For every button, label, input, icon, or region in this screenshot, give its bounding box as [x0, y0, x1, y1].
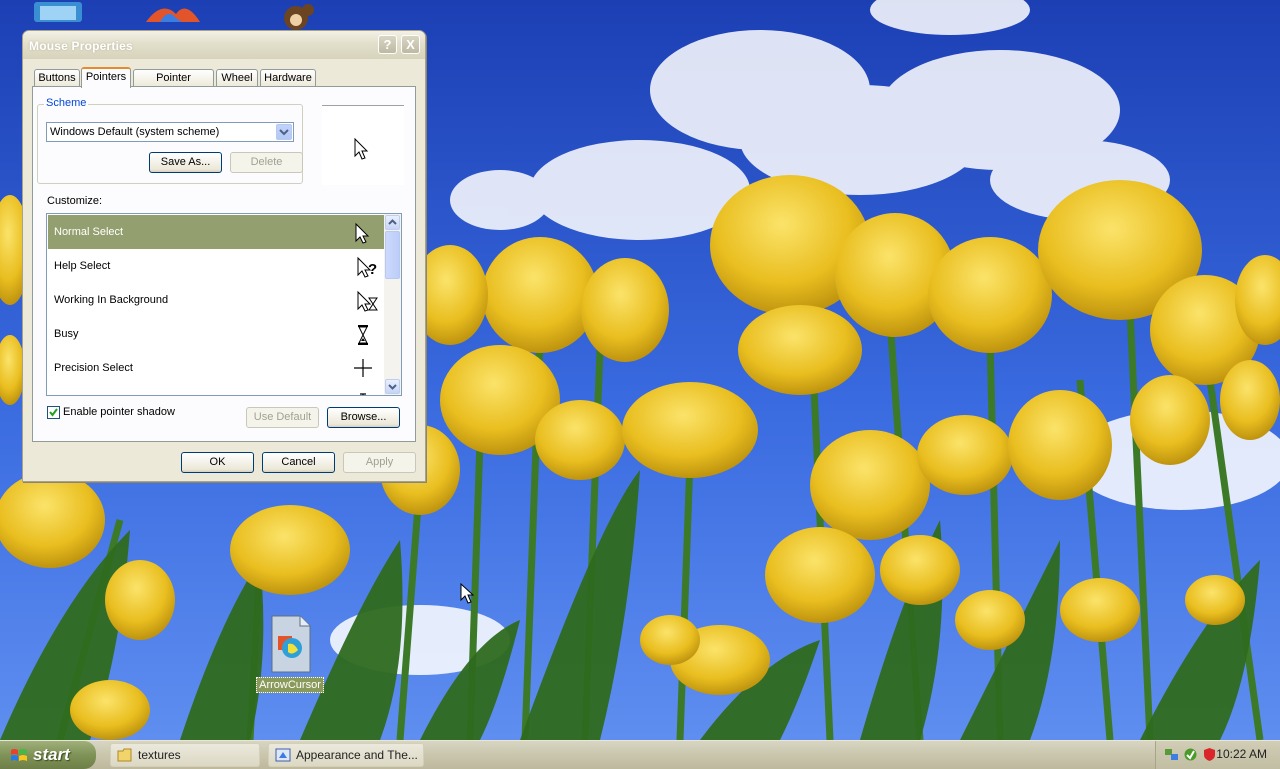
- desktop-icon-partial[interactable]: [272, 0, 322, 33]
- list-item-label: Help Select: [54, 260, 111, 272]
- desktop-icon-partial[interactable]: [30, 0, 86, 25]
- scheme-legend: Scheme: [44, 97, 89, 109]
- list-item-label: Working In Background: [54, 294, 169, 306]
- tab-wheel[interactable]: Wheel: [216, 69, 258, 87]
- apply-button[interactable]: Apply: [343, 452, 416, 473]
- shadow-label: Enable pointer shadow: [63, 406, 175, 418]
- list-item-precision-select[interactable]: Precision Select: [48, 351, 384, 385]
- taskbar: start textures Appearance and The... 10:…: [0, 740, 1280, 769]
- task-button-label: Appearance and The...: [296, 748, 418, 762]
- browse-button[interactable]: Browse...: [327, 407, 400, 428]
- list-item-label: Busy: [54, 328, 79, 340]
- arrowcursor-file-icon[interactable]: ArrowCursor: [256, 614, 324, 693]
- list-item-label: Precision Select: [54, 362, 133, 374]
- security-shield-icon[interactable]: [1202, 747, 1217, 762]
- cancel-button[interactable]: Cancel: [262, 452, 335, 473]
- help-cursor-icon: ?: [357, 256, 377, 278]
- folder-icon: [117, 748, 132, 762]
- list-item-busy[interactable]: Busy: [48, 317, 384, 351]
- title-bar[interactable]: Mouse Properties ? X: [23, 31, 425, 59]
- help-button[interactable]: ?: [378, 35, 397, 54]
- text-select-icon: [360, 393, 366, 395]
- desktop-icon-label: ArrowCursor: [256, 677, 324, 693]
- list-scrollbar[interactable]: [384, 214, 401, 395]
- desktop-icon-partial[interactable]: [142, 0, 202, 25]
- tab-hardware[interactable]: Hardware: [260, 69, 316, 87]
- tab-pointers[interactable]: Pointers: [81, 67, 131, 88]
- cursor-list[interactable]: Normal Select Help Select ? Working In B…: [46, 213, 402, 396]
- delete-button[interactable]: Delete: [230, 152, 303, 173]
- window-title: Mouse Properties: [29, 39, 133, 53]
- scheme-group: Scheme Windows Default (system scheme) S…: [37, 97, 303, 184]
- arrow-cursor-icon: [354, 137, 369, 160]
- use-default-button[interactable]: Use Default: [246, 407, 319, 428]
- task-button-label: textures: [138, 748, 181, 762]
- mouse-pointer-icon: [460, 582, 476, 610]
- checkmark-icon: [49, 408, 58, 417]
- list-item-label: Normal Select: [54, 226, 124, 238]
- working-cursor-icon: [357, 290, 378, 312]
- clock[interactable]: 10:22 AM: [1216, 747, 1267, 761]
- updates-icon[interactable]: [1183, 747, 1198, 762]
- task-button-textures[interactable]: textures: [110, 743, 260, 767]
- hourglass-icon: [358, 325, 368, 345]
- control-panel-icon: [275, 748, 291, 762]
- list-item-working-in-background[interactable]: Working In Background: [48, 283, 384, 317]
- list-item-help-select[interactable]: Help Select ?: [48, 249, 384, 283]
- scheme-dropdown[interactable]: Windows Default (system scheme): [46, 122, 294, 142]
- scroll-thumb[interactable]: [385, 231, 400, 279]
- customize-label: Customize:: [47, 195, 103, 207]
- crosshair-icon: [354, 359, 372, 377]
- system-tray: 10:22 AM: [1155, 741, 1280, 769]
- chevron-down-icon[interactable]: [276, 124, 292, 140]
- document-icon: [266, 614, 314, 674]
- start-button[interactable]: start: [0, 741, 96, 769]
- tab-buttons[interactable]: Buttons: [34, 69, 80, 87]
- close-button[interactable]: X: [401, 35, 420, 54]
- task-button-appearance[interactable]: Appearance and The...: [268, 743, 424, 767]
- tab-pointer-options[interactable]: Pointer Options: [133, 69, 214, 101]
- ok-button[interactable]: OK: [181, 452, 254, 473]
- list-item-partial: [48, 385, 384, 395]
- save-as-button[interactable]: Save As...: [149, 152, 222, 173]
- scheme-dropdown-value: Windows Default (system scheme): [50, 126, 220, 138]
- scroll-up-icon[interactable]: [385, 215, 400, 230]
- shadow-checkbox[interactable]: [47, 406, 60, 419]
- cursor-preview: [322, 105, 404, 185]
- mouse-properties-window: Mouse Properties ? X Buttons Pointers Po…: [22, 30, 426, 482]
- arrow-cursor-icon: [355, 222, 370, 244]
- list-item-normal-select[interactable]: Normal Select: [48, 215, 384, 249]
- network-icon[interactable]: [1164, 747, 1179, 762]
- svg-text:?: ?: [368, 261, 377, 278]
- start-label: start: [33, 745, 70, 764]
- scroll-down-icon[interactable]: [385, 379, 400, 394]
- windows-logo-icon: [11, 749, 27, 761]
